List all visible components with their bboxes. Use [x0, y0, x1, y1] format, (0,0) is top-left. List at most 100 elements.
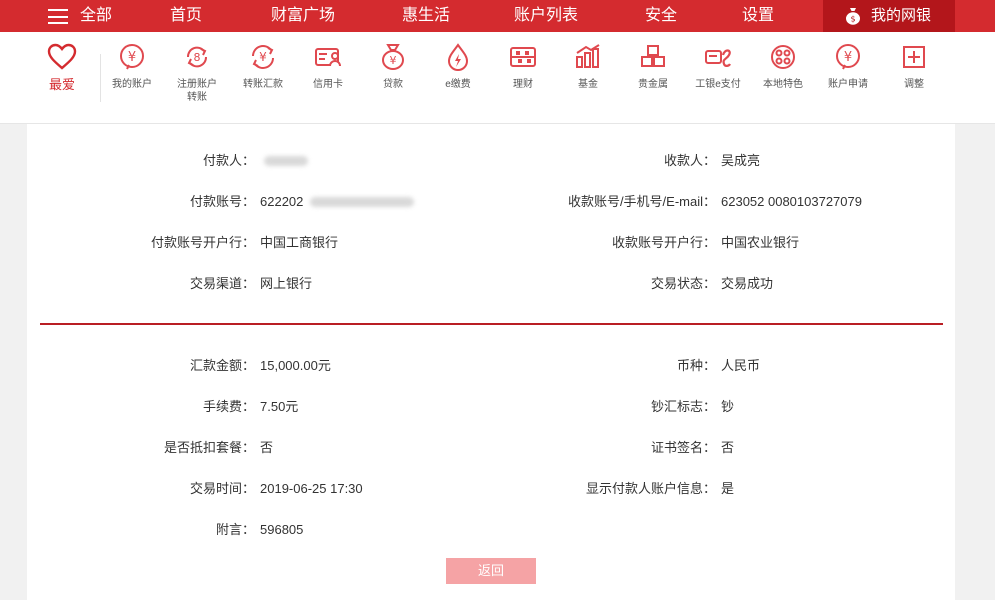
payee-row: 收款人： [27, 151, 716, 171]
nav-wealth-square[interactable]: 财富广场 [271, 0, 335, 32]
tool-adjust-label: 调整 [904, 79, 924, 90]
menu-icon[interactable] [48, 9, 68, 24]
tool-credit-card[interactable]: 信用卡 [295, 42, 361, 91]
svg-text:¥: ¥ [390, 54, 397, 67]
nav-security[interactable]: 安全 [645, 0, 677, 32]
money-bag-icon: ¥ [382, 44, 404, 70]
tool-transfer-label: 转账汇款 [243, 79, 283, 90]
gold-bars-icon [641, 45, 665, 67]
tool-transfer[interactable]: ¥ 转账汇款 [230, 42, 296, 91]
payee-value: 吴成亮 [721, 153, 761, 168]
show-payer-value: 是 [721, 481, 735, 496]
cash-flag-label: 钞汇标志： [650, 399, 716, 414]
note-value-row: 596805 [260, 520, 460, 540]
abacus-icon [510, 47, 536, 67]
nav-all[interactable]: 全部 [80, 0, 112, 32]
tool-fund-label: 基金 [578, 79, 598, 90]
tool-register-transfer[interactable]: 8 注册账户 转账 [164, 42, 230, 104]
status-value-row: 交易成功 [721, 274, 941, 294]
account-apply-icon: ¥ [836, 44, 860, 70]
local-feature-icon [771, 45, 795, 69]
show-payer-value-row: 是 [721, 479, 941, 499]
my-online-bank-button[interactable]: $ 我的网银 [823, 0, 955, 32]
yuan-circle-icon: ¥ [120, 44, 144, 70]
show-payer-row: 显示付款人账户信息： [27, 479, 716, 499]
nav-home[interactable]: 首页 [170, 0, 202, 32]
tool-precious-metals-label: 贵金属 [638, 79, 668, 90]
svg-text:¥: ¥ [259, 50, 267, 64]
plus-box-icon [903, 46, 925, 68]
cert-label: 证书签名： [650, 440, 716, 455]
svg-text:¥: ¥ [844, 50, 852, 65]
tool-loan[interactable]: ¥ 贷款 [360, 42, 426, 91]
payee-value-row: 吴成亮 [721, 151, 941, 171]
status-label: 交易状态： [650, 276, 716, 291]
nav-account-list[interactable]: 账户列表 [514, 0, 578, 32]
favorites-label: 最爱 [48, 77, 75, 92]
e-pay-icon [705, 49, 731, 67]
tool-precious-metals[interactable]: 贵金属 [620, 42, 686, 91]
show-payer-label: 显示付款人账户信息： [585, 481, 716, 496]
currency-value: 人民币 [721, 358, 761, 373]
tool-finance[interactable]: 理财 [490, 42, 556, 91]
cash-flag-row: 钞汇标志： [27, 397, 716, 417]
svg-text:¥: ¥ [128, 50, 136, 65]
tool-credit-card-label: 信用卡 [313, 79, 343, 90]
nav-life[interactable]: 惠生活 [402, 0, 450, 32]
section-divider [40, 323, 943, 325]
my-online-bank-label: 我的网银 [871, 7, 932, 24]
status-row: 交易状态： [27, 274, 716, 294]
payee-label: 收款人： [663, 153, 716, 168]
payee-account-label: 收款账号/手机号/E-mail： [567, 194, 716, 209]
status-value: 交易成功 [721, 276, 774, 291]
tool-register-transfer-label: 注册账户 转账 [177, 79, 217, 103]
nav-settings[interactable]: 设置 [742, 0, 774, 32]
cash-flag-value-row: 钞 [721, 397, 941, 417]
tool-fund[interactable]: 基金 [555, 42, 621, 91]
tool-adjust[interactable]: 调整 [881, 42, 947, 91]
cert-value-row: 否 [721, 438, 941, 458]
note-label: 附言： [215, 522, 255, 537]
transfer-icon: ¥ [252, 45, 274, 69]
payee-account-row: 收款账号/手机号/E-mail： [27, 192, 716, 212]
currency-row: 币种： [27, 356, 716, 376]
payee-bank-label: 收款账号开户行： [611, 235, 716, 250]
note-row: 附言： [27, 520, 255, 540]
quick-function-toolbar: 最爱 ¥ 我的账户 8 注册账户 转账 ¥ 转账汇款 信用卡 ¥ 贷款 e缴费 … [0, 32, 995, 124]
tool-account-apply[interactable]: ¥ 账户申请 [815, 42, 881, 91]
currency-value-row: 人民币 [721, 356, 941, 376]
payee-account-value-row: 623052 0080103727079 [721, 192, 941, 212]
tool-my-account-label: 我的账户 [112, 79, 152, 90]
cert-row: 证书签名： [27, 438, 716, 458]
svg-text:$: $ [850, 15, 855, 24]
payee-bank-value-row: 中国农业银行 [721, 233, 941, 253]
cert-value: 否 [721, 440, 735, 455]
tool-loan-label: 贷款 [383, 79, 403, 90]
money-bag-icon: $ [846, 8, 860, 25]
tool-finance-label: 理财 [513, 79, 533, 90]
back-button[interactable]: 返回 [446, 558, 536, 584]
transaction-detail-panel: 付款人： 收款人： 吴成亮 付款账号： 622202 收款账号/手机号/E-ma… [27, 124, 955, 600]
tool-local-feature[interactable]: 本地特色 [750, 42, 816, 91]
tool-e-payment-label: e缴费 [445, 79, 471, 90]
register-transfer-icon: 8 [186, 46, 208, 68]
payee-bank-value: 中国农业银行 [721, 235, 800, 250]
tool-e-payment[interactable]: e缴费 [425, 42, 491, 91]
chart-bars-icon [576, 44, 600, 68]
tool-local-feature-label: 本地特色 [763, 79, 803, 90]
note-value: 596805 [260, 522, 304, 537]
favorites-button[interactable]: 最爱 [29, 42, 95, 91]
tool-icbc-e-pay-label: 工银e支付 [695, 79, 741, 90]
heart-icon [47, 43, 77, 70]
svg-text:8: 8 [194, 51, 201, 64]
payee-bank-row: 收款账号开户行： [27, 233, 716, 253]
top-navigation-bar: 全部 首页 财富广场 惠生活 账户列表 安全 设置 $ 我的网银 [0, 0, 995, 32]
tool-my-account[interactable]: ¥ 我的账户 [99, 42, 165, 91]
tool-icbc-e-pay[interactable]: 工银e支付 [685, 42, 751, 91]
payee-account-value: 623052 0080103727079 [721, 194, 862, 209]
drop-bolt-icon [447, 43, 469, 71]
credit-card-icon [315, 48, 341, 67]
currency-label: 币种： [676, 358, 716, 373]
tool-account-apply-label: 账户申请 [828, 79, 868, 90]
cash-flag-value: 钞 [721, 399, 735, 414]
